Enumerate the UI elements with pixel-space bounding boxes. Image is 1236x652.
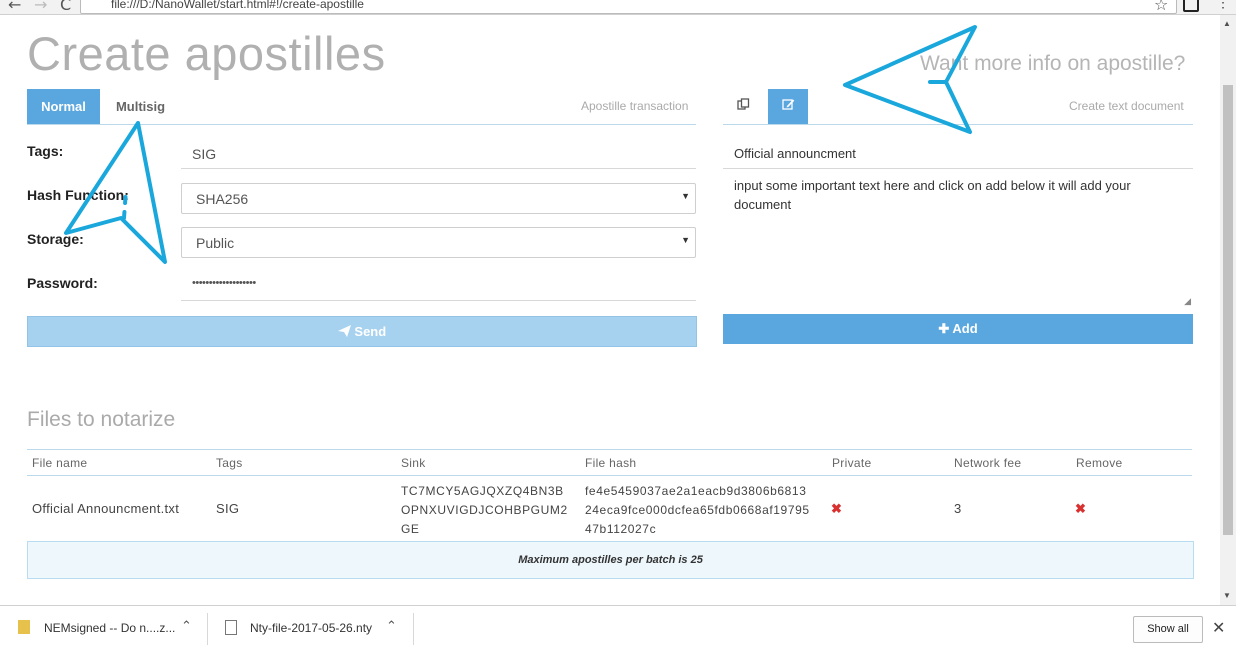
shelf-divider <box>413 613 414 645</box>
show-all-button[interactable]: Show all <box>1133 616 1203 643</box>
download-shelf: NEMsigned -- Do n....z... ⌃ Nty-file-201… <box>0 605 1236 652</box>
shelf-divider <box>207 613 208 645</box>
annotation-arrows <box>64 25 977 264</box>
close-icon[interactable]: ✕ <box>1212 618 1225 638</box>
download-item-2[interactable]: Nty-file-2017-05-26.nty <box>250 621 372 635</box>
archive-file-icon <box>18 620 30 634</box>
chevron-up-icon[interactable]: ⌃ <box>386 618 397 634</box>
annotation-arrow-create-doc <box>843 25 977 134</box>
annotation-arrow-multisig <box>64 121 167 264</box>
download-item-1[interactable]: NEMsigned -- Do n....z... <box>44 621 175 635</box>
file-icon <box>225 620 237 635</box>
chevron-up-icon[interactable]: ⌃ <box>181 618 192 634</box>
